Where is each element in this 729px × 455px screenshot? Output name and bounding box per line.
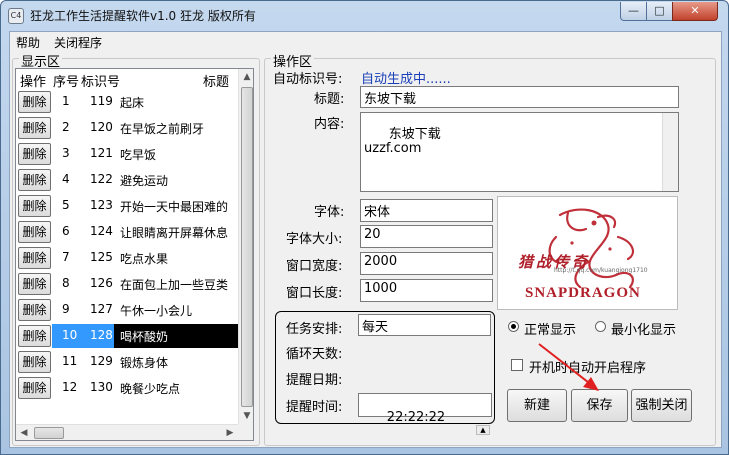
annotation-arrow-icon (538, 343, 599, 391)
app-window: C4 狂龙工作生活提醒软件v1.0 狂龙 版权所有 — □ ✕ 帮助 关闭程序 … (0, 0, 729, 455)
